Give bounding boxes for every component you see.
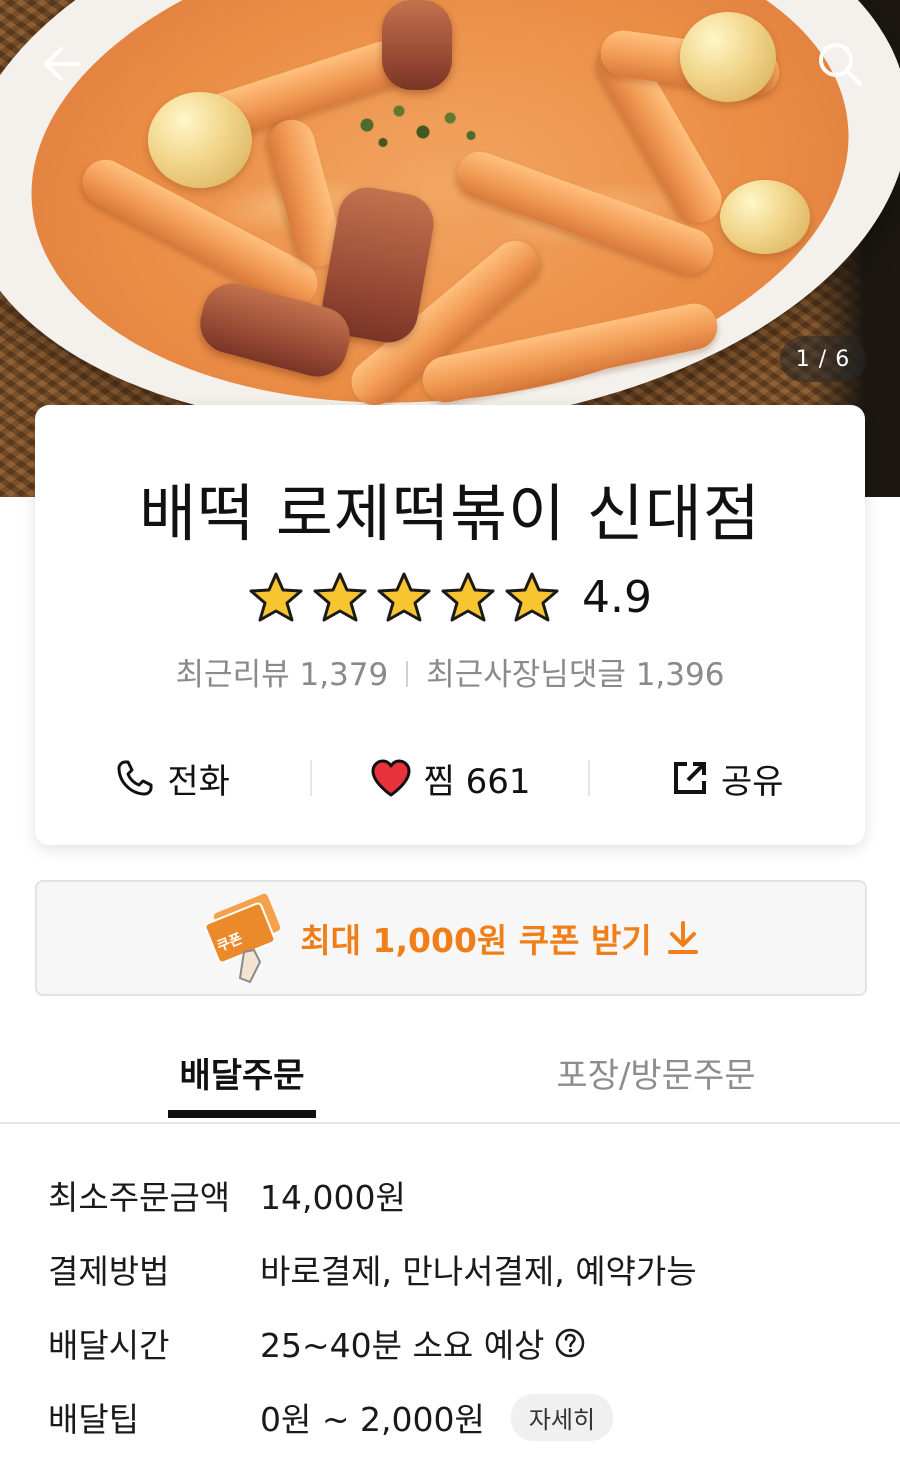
phone-icon xyxy=(117,760,153,796)
search-icon xyxy=(819,43,862,86)
delivery-tip-value: 0원 ~ 2,000원 xyxy=(260,1400,485,1439)
call-button[interactable]: 전화 xyxy=(35,754,310,803)
payment-method-row: 결제방법 바로결제, 만나서결제, 예약가능 xyxy=(48,1244,868,1294)
tab-pickup[interactable]: 포장/방문주문 xyxy=(520,1048,792,1097)
coupon-download-button[interactable]: 쿠폰 최대 1,000원 쿠폰 받기 xyxy=(35,880,867,996)
delivery-tip-detail-button[interactable]: 자세히 xyxy=(510,1393,614,1441)
rating-row: 4.9 xyxy=(35,571,865,623)
image-counter: 1 / 6 xyxy=(780,336,866,382)
delivery-time-row: 배달시간 25~40분 소요 예상 xyxy=(48,1318,868,1368)
rating-value: 4.9 xyxy=(582,571,652,623)
share-button[interactable]: 공유 xyxy=(590,754,865,803)
sausage xyxy=(382,0,452,90)
coupon-label: 최대 1,000원 쿠폰 받기 xyxy=(300,921,652,960)
review-stats: 최근리뷰 1,379 최근사장님댓글 1,396 xyxy=(35,649,865,694)
star-icon xyxy=(377,572,431,622)
star-icon xyxy=(313,572,367,622)
delivery-tip-row: 배달팁 0원 ~ 2,000원 자세히 xyxy=(48,1392,868,1442)
quail-egg xyxy=(720,180,810,254)
quail-egg xyxy=(680,12,776,102)
min-order-value: 14,000원 xyxy=(260,1178,406,1217)
help-icon[interactable] xyxy=(554,1327,586,1359)
delivery-tip-label: 배달팁 xyxy=(48,1400,140,1439)
delivery-time-label: 배달시간 xyxy=(48,1326,170,1365)
arrow-left-icon xyxy=(44,47,81,81)
search-button[interactable] xyxy=(812,36,868,92)
share-label: 공유 xyxy=(721,761,784,802)
delivery-tip-value-group: 0원 ~ 2,000원 자세히 xyxy=(260,1393,614,1441)
delivery-time-value-group: 25~40분 소요 예상 xyxy=(260,1319,586,1367)
favorite-button[interactable]: 찜 661 xyxy=(312,754,587,803)
active-tab-indicator xyxy=(168,1110,316,1118)
tab-delivery[interactable]: 배달주문 xyxy=(168,1048,316,1097)
quail-egg xyxy=(148,92,252,188)
recent-reviews-link[interactable]: 최근리뷰 1,379 xyxy=(176,657,389,693)
payment-method-label: 결제방법 xyxy=(48,1252,170,1291)
star-icon xyxy=(249,572,303,622)
coupon-ticket-icon: 쿠폰 xyxy=(204,893,281,984)
min-order-row: 최소주문금액 14,000원 xyxy=(48,1170,868,1220)
call-label: 전화 xyxy=(167,761,230,802)
back-button[interactable] xyxy=(34,36,90,92)
parsley-garnish xyxy=(335,90,495,160)
favorite-label: 찜 661 xyxy=(423,761,531,802)
heart-icon xyxy=(371,759,410,797)
divider xyxy=(406,661,409,687)
min-order-label: 최소주문금액 xyxy=(48,1178,231,1217)
payment-method-value: 바로결제, 만나서결제, 예약가능 xyxy=(260,1252,697,1291)
download-arrow-icon xyxy=(667,921,698,954)
order-type-tabs: 배달주문 포장/방문주문 xyxy=(0,1030,900,1124)
share-icon xyxy=(674,762,707,794)
store-actions: 전화 찜 661 공유 xyxy=(35,750,865,806)
star-icon xyxy=(441,572,495,622)
owner-replies-link[interactable]: 최근사장님댓글 1,396 xyxy=(426,657,724,693)
store-info-card: 배떡 로제떡볶이 신대점 4.9 최근리뷰 1,379 최근사장님댓글 1,396… xyxy=(35,405,865,845)
star-icon xyxy=(505,572,559,622)
delivery-time-value: 25~40분 소요 예상 xyxy=(260,1326,545,1365)
store-name: 배떡 로제떡볶이 신대점 xyxy=(139,477,761,550)
